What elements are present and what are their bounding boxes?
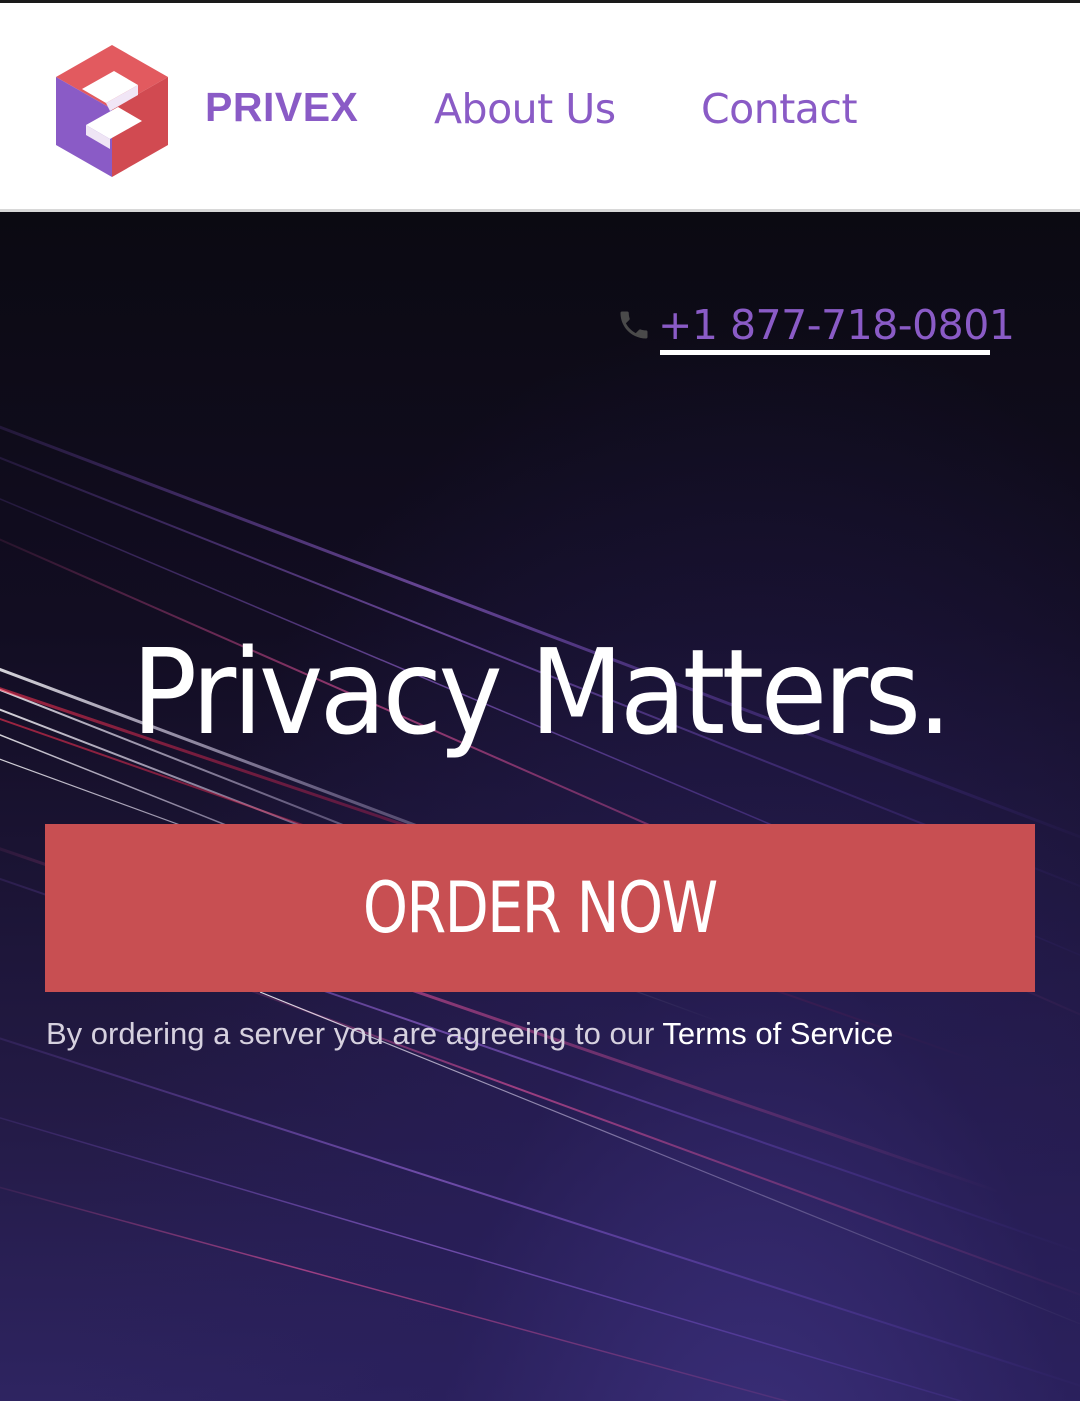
hero-section: +1 877-718-0801 Privacy Matters. ORDER N… <box>0 212 1080 1401</box>
site-header: PRIVEX About Us Contact <box>0 0 1080 212</box>
brand-link[interactable]: PRIVEX <box>205 81 358 133</box>
hero-headline: Privacy Matters. <box>131 623 952 761</box>
page: PRIVEX About Us Contact +1 877-718-0801 … <box>0 0 1080 1401</box>
phone-underline <box>660 350 990 355</box>
phone-contact: +1 877-718-0801 <box>616 292 1015 358</box>
order-now-label: ORDER NOW <box>363 867 718 949</box>
privex-logo-icon[interactable] <box>52 43 172 179</box>
nav-contact[interactable]: Contact <box>701 81 858 137</box>
phone-icon <box>620 311 648 339</box>
phone-number-link[interactable]: +1 877-718-0801 <box>658 300 1015 350</box>
order-now-button[interactable]: ORDER NOW <box>45 824 1035 992</box>
light-streaks-background <box>0 425 1080 1401</box>
terms-prefix: By ordering a server you are agreeing to… <box>46 1016 663 1051</box>
nav-about-us[interactable]: About Us <box>434 81 616 137</box>
terms-notice: By ordering a server you are agreeing to… <box>46 1012 1046 1056</box>
terms-of-service-link[interactable]: Terms of Service <box>662 1016 893 1051</box>
